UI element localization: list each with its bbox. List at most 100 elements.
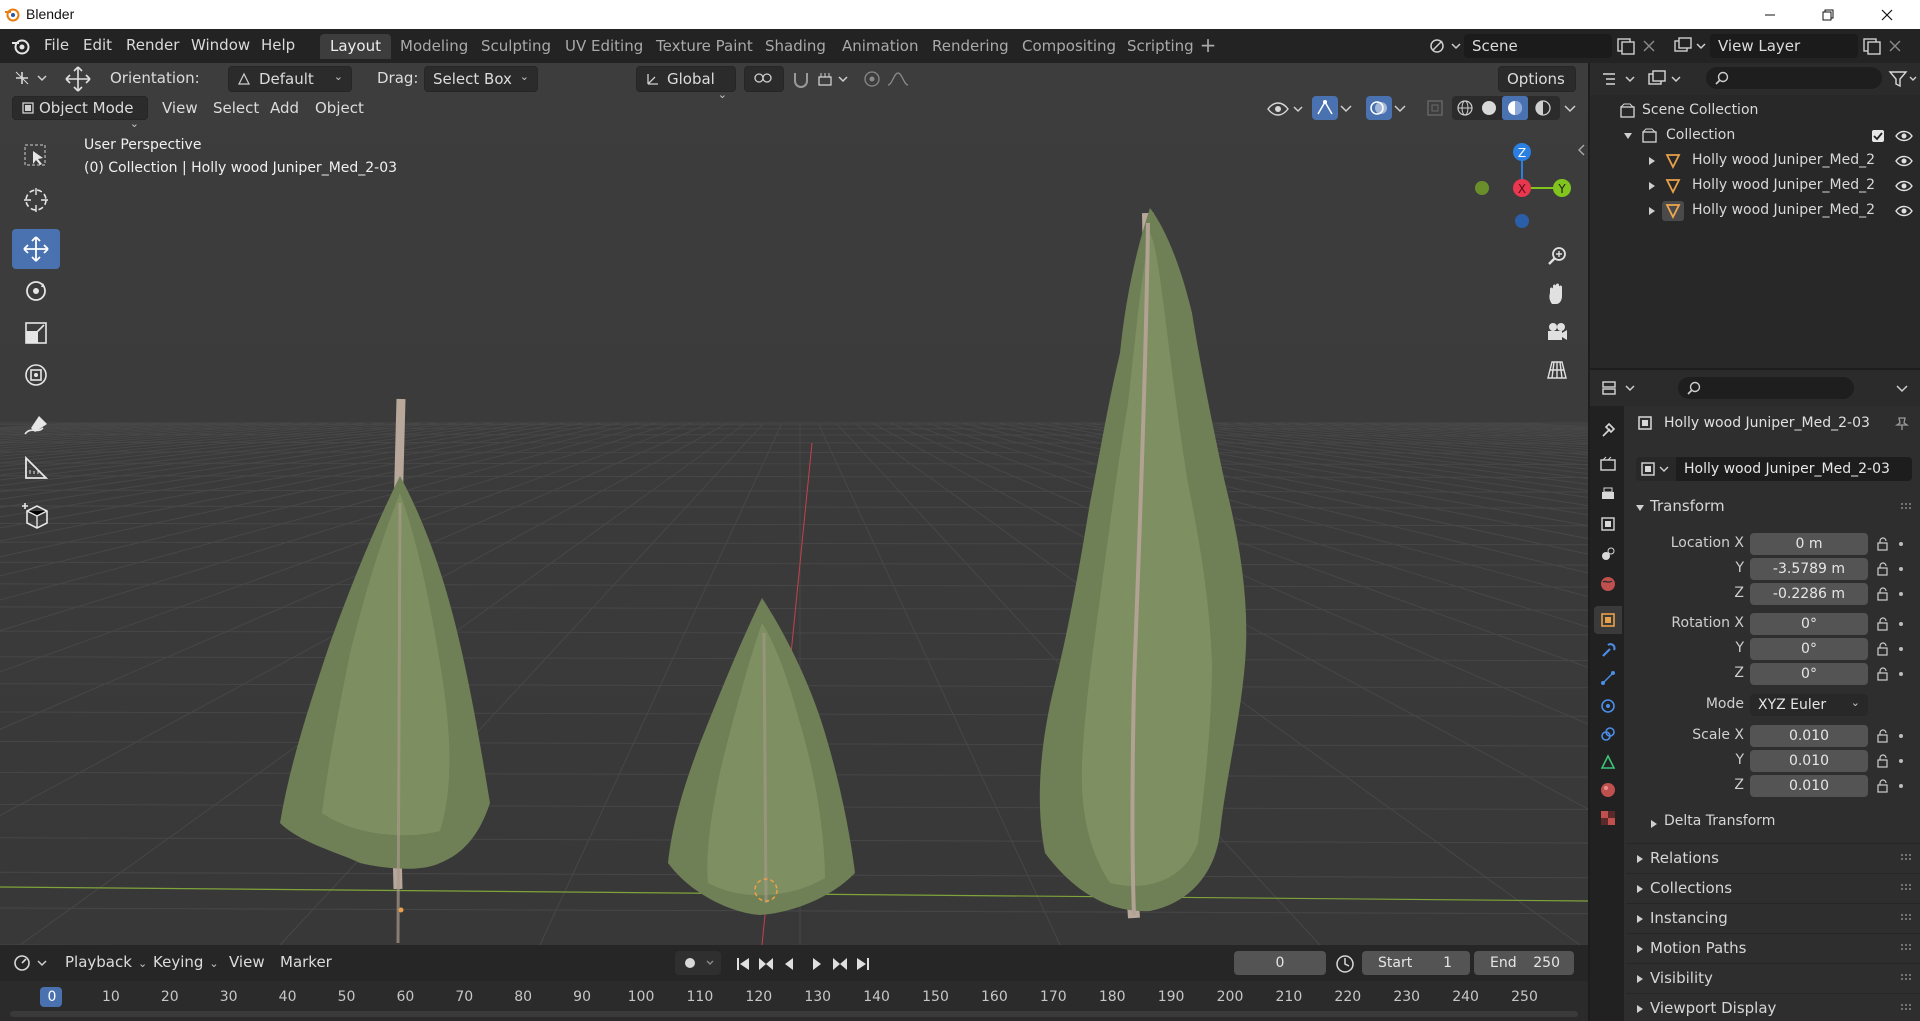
object-browse-button[interactable]	[1636, 457, 1676, 481]
transform-panel-header[interactable]: Transform	[1626, 493, 1920, 521]
panel-visibility[interactable]: Visibility	[1626, 963, 1920, 991]
keyframe-dot[interactable]	[1899, 759, 1903, 763]
tab-data[interactable]	[1594, 748, 1622, 776]
add-workspace-button[interactable]: +	[1197, 34, 1219, 58]
overlays-toggle-button[interactable]	[1366, 96, 1392, 120]
menu-edit[interactable]: Edit	[83, 36, 112, 54]
tab-render[interactable]	[1594, 450, 1622, 478]
transform-orientation-dropdown[interactable]: Global ⌄	[636, 66, 736, 101]
timeline-ruler[interactable]: 0 10 20 30 40 50 60 70 80 90 100 110 120 130 140 150 160…	[10, 981, 1578, 1021]
expand-down-icon[interactable]	[1622, 130, 1634, 142]
tab-shading[interactable]: Shading	[755, 34, 836, 59]
tab-rendering[interactable]: Rendering	[922, 34, 1019, 59]
drag-handle-icon[interactable]	[1900, 913, 1914, 923]
tab-sculpting[interactable]: Sculpting	[471, 34, 561, 59]
drag-handle-icon[interactable]	[1900, 502, 1914, 512]
playback-controls[interactable]	[733, 952, 883, 976]
material-preview-button[interactable]	[1502, 96, 1528, 120]
location-y-field[interactable]: -3.5789 m	[1750, 558, 1868, 580]
outliner-object-row-active[interactable]: Holly wood Juniper_Med_2	[1590, 199, 1920, 223]
pivot-point-dropdown[interactable]	[744, 66, 784, 92]
tab-compositing[interactable]: Compositing	[1012, 34, 1126, 59]
scale-x-field[interactable]: 0.010	[1750, 725, 1868, 747]
rendered-shading-icon[interactable]	[1534, 99, 1552, 117]
keyframe-dot[interactable]	[1899, 622, 1903, 626]
rotation-y-field[interactable]: 0°	[1750, 638, 1868, 660]
annotate-tool[interactable]	[12, 406, 60, 446]
tab-object[interactable]	[1594, 606, 1622, 634]
move-tool[interactable]	[12, 229, 60, 269]
properties-search-input[interactable]	[1678, 377, 1854, 399]
menu-view[interactable]: View	[162, 99, 198, 117]
scale-y-field[interactable]: 0.010	[1750, 750, 1868, 772]
lock-icon[interactable]	[1876, 667, 1890, 681]
location-x-field[interactable]: 0 m	[1750, 533, 1868, 555]
tab-output[interactable]	[1594, 480, 1622, 508]
proportional-editing-icon[interactable]	[862, 69, 922, 89]
lock-icon[interactable]	[1876, 562, 1890, 576]
tab-tool[interactable]	[1594, 416, 1622, 444]
tab-animation[interactable]: Animation	[832, 34, 928, 59]
zoom-button[interactable]	[1540, 239, 1574, 273]
pin-icon[interactable]	[1894, 415, 1910, 431]
lock-icon[interactable]	[1876, 537, 1890, 551]
outliner-collection[interactable]: Collection	[1590, 124, 1920, 148]
drag-handle-icon[interactable]	[1900, 1003, 1914, 1013]
tab-layout[interactable]: Layout	[320, 34, 391, 59]
outliner-object-row[interactable]: Holly wood Juniper_Med_2	[1590, 149, 1920, 173]
menu-playback[interactable]: Playback ⌄	[65, 953, 147, 971]
lock-icon[interactable]	[1876, 729, 1890, 743]
menu-object[interactable]: Object	[315, 99, 364, 117]
blender-menu-icon[interactable]	[10, 36, 32, 56]
rotation-mode-dropdown[interactable]: XYZ Euler ⌄	[1750, 694, 1868, 716]
menu-keying[interactable]: Keying ⌄	[153, 953, 219, 971]
drag-handle-icon[interactable]	[1900, 973, 1914, 983]
keyframe-dot[interactable]	[1899, 734, 1903, 738]
rotation-x-field[interactable]: 0°	[1750, 613, 1868, 635]
collection-visibility-eye-icon[interactable]	[1894, 128, 1914, 144]
tab-material[interactable]	[1594, 776, 1622, 804]
select-box-tool[interactable]	[12, 136, 60, 176]
move-drag-icon[interactable]	[63, 65, 93, 93]
filter-icon[interactable]	[1888, 69, 1918, 89]
expand-right-icon[interactable]	[1646, 180, 1658, 192]
expand-right-icon[interactable]	[1646, 205, 1658, 217]
keyframe-dot[interactable]	[1899, 542, 1903, 546]
pan-button[interactable]	[1540, 277, 1574, 311]
tab-modifiers[interactable]	[1594, 636, 1622, 664]
menu-file[interactable]: File	[44, 36, 69, 54]
minimize-icon[interactable]	[1747, 0, 1793, 29]
object-mode-dropdown[interactable]: Object Mode ⌄	[12, 96, 148, 130]
panel-relations[interactable]: Relations	[1626, 843, 1920, 871]
3d-viewport[interactable]: Orientation: Default ⌄ Drag: Select Box ⌄ …	[0, 63, 1588, 945]
add-cube-tool[interactable]	[12, 496, 60, 536]
keyframe-dot[interactable]	[1899, 592, 1903, 596]
perspective-toggle-button[interactable]	[1540, 353, 1574, 387]
tab-texture-paint[interactable]: Texture Paint	[646, 34, 763, 59]
menu-select[interactable]: Select	[213, 99, 259, 117]
editor-type-icon[interactable]	[12, 953, 50, 973]
tab-world[interactable]	[1594, 570, 1622, 598]
panel-viewport-display[interactable]: Viewport Display	[1626, 993, 1920, 1021]
properties-editor-type-icon[interactable]	[1600, 378, 1638, 398]
menu-timeline-view[interactable]: View	[229, 953, 265, 971]
panel-collections[interactable]: Collections	[1626, 873, 1920, 901]
view-layer-selector-icon[interactable]	[1673, 36, 1707, 56]
view-layer-field[interactable]: View Layer	[1710, 34, 1858, 58]
scene-name-field[interactable]: Scene	[1464, 34, 1612, 58]
object-visibility-eye-icon[interactable]	[1894, 153, 1914, 169]
xray-toggle-icon[interactable]	[1426, 99, 1444, 117]
outliner-scene-collection[interactable]: Scene Collection	[1590, 99, 1920, 123]
lock-icon[interactable]	[1876, 587, 1890, 601]
rotation-z-field[interactable]: 0°	[1750, 663, 1868, 685]
tab-particles[interactable]	[1594, 664, 1622, 692]
keyframe-dot[interactable]	[1899, 672, 1903, 676]
auto-keying-button[interactable]	[675, 951, 721, 975]
outliner-search-input[interactable]	[1706, 67, 1882, 89]
camera-view-button[interactable]	[1540, 315, 1574, 349]
viewport-scene[interactable]	[0, 63, 1588, 945]
scale-tool[interactable]	[12, 313, 60, 353]
delta-transform-subpanel[interactable]: Delta Transform	[1626, 809, 1920, 837]
tab-constraints[interactable]	[1594, 720, 1622, 748]
menu-marker[interactable]: Marker	[280, 953, 332, 971]
